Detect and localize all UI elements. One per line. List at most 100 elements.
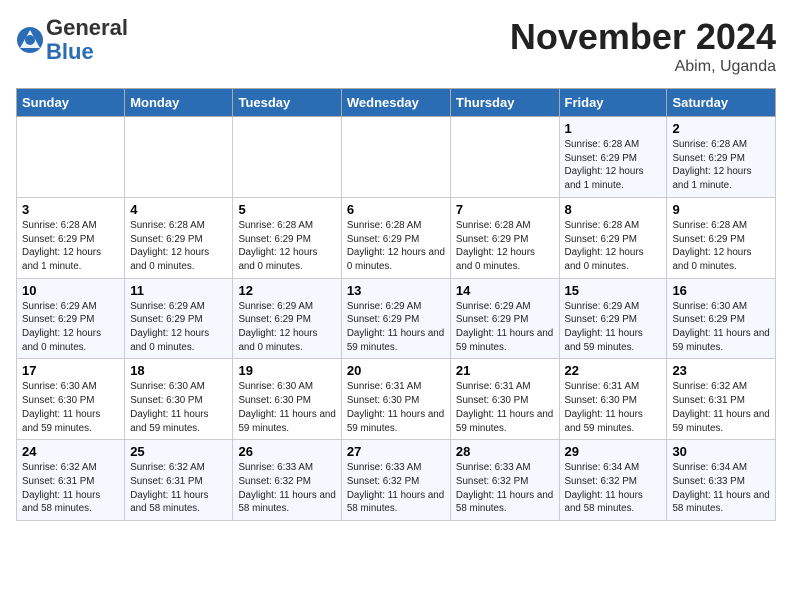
day-detail: Sunrise: 6:31 AM Sunset: 6:30 PM Dayligh… xyxy=(565,380,662,435)
day-number: 7 xyxy=(456,202,554,217)
day-detail: Sunrise: 6:32 AM Sunset: 6:31 PM Dayligh… xyxy=(130,461,227,516)
calendar-body: 1Sunrise: 6:28 AM Sunset: 6:29 PM Daylig… xyxy=(17,117,776,521)
calendar-cell: 4 Sunrise: 6:28 AM Sunset: 6:29 PM Daylig… xyxy=(125,197,233,278)
calendar-cell xyxy=(125,117,233,198)
calendar-cell: 9Sunrise: 6:28 AM Sunset: 6:29 PM Daylig… xyxy=(667,197,776,278)
calendar-header-row: SundayMondayTuesdayWednesdayThursdayFrid… xyxy=(17,89,776,117)
day-number: 10 xyxy=(22,283,119,298)
day-number: 3 xyxy=(22,202,119,217)
calendar-cell xyxy=(233,117,341,198)
calendar-week-row: 1Sunrise: 6:28 AM Sunset: 6:29 PM Daylig… xyxy=(17,117,776,198)
calendar-cell: 20 Sunrise: 6:31 AM Sunset: 6:30 PM Dayli… xyxy=(341,359,450,440)
day-detail: Sunrise: 6:31 AM Sunset: 6:30 PM Dayligh… xyxy=(347,380,445,435)
calendar-cell: 12 Sunrise: 6:29 AM Sunset: 6:29 PM Dayli… xyxy=(233,278,341,359)
calendar-cell: 14 Sunrise: 6:29 AM Sunset: 6:29 PM Dayli… xyxy=(450,278,559,359)
day-number: 12 xyxy=(238,283,335,298)
calendar-week-row: 24 Sunrise: 6:32 AM Sunset: 6:31 PM Dayli… xyxy=(17,440,776,521)
day-number: 24 xyxy=(22,444,119,459)
calendar-cell: 8Sunrise: 6:28 AM Sunset: 6:29 PM Daylig… xyxy=(559,197,667,278)
calendar-day-header: Monday xyxy=(125,89,233,117)
day-detail: Sunrise: 6:28 AM Sunset: 6:29 PM Dayligh… xyxy=(238,219,335,274)
calendar-cell xyxy=(341,117,450,198)
day-number: 22 xyxy=(565,363,662,378)
calendar-cell: 28Sunrise: 6:33 AM Sunset: 6:32 PM Dayli… xyxy=(450,440,559,521)
calendar-cell xyxy=(17,117,125,198)
day-number: 2 xyxy=(672,121,770,136)
calendar-cell: 24Sunrise: 6:32 AM Sunset: 6:31 PM Dayli… xyxy=(17,440,125,521)
calendar-cell: 18Sunrise: 6:30 AM Sunset: 6:30 PM Dayli… xyxy=(125,359,233,440)
day-number: 11 xyxy=(130,283,227,298)
day-detail: Sunrise: 6:31 AM Sunset: 6:30 PM Dayligh… xyxy=(456,380,554,435)
day-detail: Sunrise: 6:29 AM Sunset: 6:29 PM Dayligh… xyxy=(130,300,227,355)
day-number: 26 xyxy=(238,444,335,459)
calendar-cell: 7 Sunrise: 6:28 AM Sunset: 6:29 PM Daylig… xyxy=(450,197,559,278)
calendar-table: SundayMondayTuesdayWednesdayThursdayFrid… xyxy=(16,88,776,521)
day-number: 9 xyxy=(672,202,770,217)
calendar-cell: 2 Sunrise: 6:28 AM Sunset: 6:29 PM Daylig… xyxy=(667,117,776,198)
day-detail: Sunrise: 6:29 AM Sunset: 6:29 PM Dayligh… xyxy=(565,300,662,355)
day-number: 27 xyxy=(347,444,445,459)
day-detail: Sunrise: 6:29 AM Sunset: 6:29 PM Dayligh… xyxy=(22,300,119,355)
day-detail: Sunrise: 6:28 AM Sunset: 6:29 PM Dayligh… xyxy=(130,219,227,274)
day-detail: Sunrise: 6:33 AM Sunset: 6:32 PM Dayligh… xyxy=(238,461,335,516)
day-detail: Sunrise: 6:34 AM Sunset: 6:33 PM Dayligh… xyxy=(672,461,770,516)
day-number: 14 xyxy=(456,283,554,298)
day-number: 15 xyxy=(565,283,662,298)
day-number: 23 xyxy=(672,363,770,378)
location: Abim, Uganda xyxy=(510,58,776,76)
calendar-cell: 23 Sunrise: 6:32 AM Sunset: 6:31 PM Dayli… xyxy=(667,359,776,440)
calendar-day-header: Sunday xyxy=(17,89,125,117)
day-number: 30 xyxy=(672,444,770,459)
day-number: 20 xyxy=(347,363,445,378)
day-detail: Sunrise: 6:28 AM Sunset: 6:29 PM Dayligh… xyxy=(456,219,554,274)
calendar-cell: 26 Sunrise: 6:33 AM Sunset: 6:32 PM Dayli… xyxy=(233,440,341,521)
calendar-day-header: Saturday xyxy=(667,89,776,117)
calendar-cell: 19Sunrise: 6:30 AM Sunset: 6:30 PM Dayli… xyxy=(233,359,341,440)
calendar-cell: 22 Sunrise: 6:31 AM Sunset: 6:30 PM Dayli… xyxy=(559,359,667,440)
day-number: 16 xyxy=(672,283,770,298)
calendar-cell: 6 Sunrise: 6:28 AM Sunset: 6:29 PM Daylig… xyxy=(341,197,450,278)
day-number: 21 xyxy=(456,363,554,378)
calendar-cell xyxy=(450,117,559,198)
day-detail: Sunrise: 6:28 AM Sunset: 6:29 PM Dayligh… xyxy=(672,138,770,193)
calendar-cell: 1Sunrise: 6:28 AM Sunset: 6:29 PM Daylig… xyxy=(559,117,667,198)
calendar-cell: 25 Sunrise: 6:32 AM Sunset: 6:31 PM Dayli… xyxy=(125,440,233,521)
day-number: 6 xyxy=(347,202,445,217)
page-header: General Blue November 2024 Abim, Uganda xyxy=(16,16,776,76)
day-detail: Sunrise: 6:28 AM Sunset: 6:29 PM Dayligh… xyxy=(22,219,119,274)
calendar-cell: 15 Sunrise: 6:29 AM Sunset: 6:29 PM Dayli… xyxy=(559,278,667,359)
day-detail: Sunrise: 6:28 AM Sunset: 6:29 PM Dayligh… xyxy=(565,138,662,193)
day-detail: Sunrise: 6:29 AM Sunset: 6:29 PM Dayligh… xyxy=(238,300,335,355)
calendar-cell: 27 Sunrise: 6:33 AM Sunset: 6:32 PM Dayli… xyxy=(341,440,450,521)
title-block: November 2024 Abim, Uganda xyxy=(510,16,776,76)
day-detail: Sunrise: 6:29 AM Sunset: 6:29 PM Dayligh… xyxy=(347,300,445,355)
day-number: 29 xyxy=(565,444,662,459)
day-number: 25 xyxy=(130,444,227,459)
day-detail: Sunrise: 6:30 AM Sunset: 6:29 PM Dayligh… xyxy=(672,300,770,355)
day-number: 17 xyxy=(22,363,119,378)
logo: General Blue xyxy=(16,16,128,64)
day-detail: Sunrise: 6:30 AM Sunset: 6:30 PM Dayligh… xyxy=(130,380,227,435)
logo-text: General Blue xyxy=(46,16,128,64)
calendar-day-header: Friday xyxy=(559,89,667,117)
day-detail: Sunrise: 6:28 AM Sunset: 6:29 PM Dayligh… xyxy=(565,219,662,274)
calendar-cell: 10 Sunrise: 6:29 AM Sunset: 6:29 PM Dayli… xyxy=(17,278,125,359)
calendar-day-header: Wednesday xyxy=(341,89,450,117)
month-title: November 2024 xyxy=(510,16,776,58)
logo-icon xyxy=(16,26,44,54)
day-number: 28 xyxy=(456,444,554,459)
calendar-cell: 30 Sunrise: 6:34 AM Sunset: 6:33 PM Dayli… xyxy=(667,440,776,521)
calendar-cell: 11 Sunrise: 6:29 AM Sunset: 6:29 PM Dayli… xyxy=(125,278,233,359)
calendar-cell: 16 Sunrise: 6:30 AM Sunset: 6:29 PM Dayli… xyxy=(667,278,776,359)
day-detail: Sunrise: 6:33 AM Sunset: 6:32 PM Dayligh… xyxy=(347,461,445,516)
day-number: 4 xyxy=(130,202,227,217)
calendar-cell: 5 Sunrise: 6:28 AM Sunset: 6:29 PM Daylig… xyxy=(233,197,341,278)
day-detail: Sunrise: 6:28 AM Sunset: 6:29 PM Dayligh… xyxy=(347,219,445,274)
calendar-day-header: Thursday xyxy=(450,89,559,117)
day-detail: Sunrise: 6:32 AM Sunset: 6:31 PM Dayligh… xyxy=(672,380,770,435)
calendar-week-row: 3 Sunrise: 6:28 AM Sunset: 6:29 PM Daylig… xyxy=(17,197,776,278)
calendar-cell: 13Sunrise: 6:29 AM Sunset: 6:29 PM Dayli… xyxy=(341,278,450,359)
day-detail: Sunrise: 6:29 AM Sunset: 6:29 PM Dayligh… xyxy=(456,300,554,355)
day-number: 5 xyxy=(238,202,335,217)
calendar-week-row: 17 Sunrise: 6:30 AM Sunset: 6:30 PM Dayli… xyxy=(17,359,776,440)
